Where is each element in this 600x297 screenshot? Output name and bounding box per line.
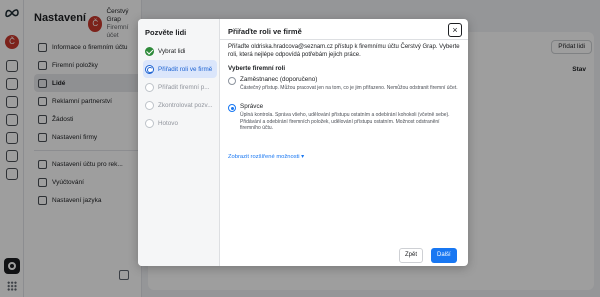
step-done: Hotovo [143, 114, 217, 132]
show-advanced-options-link[interactable]: Zobrazit rozšířené možnosti ▾ [228, 154, 304, 160]
step-review-invites: Zkontrolovat pozv... [143, 96, 217, 114]
role-option-employee[interactable]: Zaměstnanec (doporučeno) Částečný přístu… [228, 76, 460, 92]
role-section-label: Vyberte firemní roli [228, 65, 286, 72]
admin-option-text: Úplná kontrola. Správa všeho, udělování … [240, 112, 450, 131]
current-step-icon [145, 64, 154, 74]
step-list: Vybrat lidi Přiřadit roli ve firmě Přiřa… [143, 42, 217, 132]
title-divider [220, 39, 468, 40]
step-assign-assets: Přiřadit firemní p... [143, 78, 217, 96]
admin-option-title: Správce [240, 103, 264, 110]
panel-title: Přiřaďte roli ve firmě [228, 27, 302, 36]
pending-step-icon [145, 118, 154, 128]
employee-option-title: Zaměstnanec (doporučeno) [240, 76, 318, 83]
invite-people-dialog: Pozvěte lidi Vybrat lidi Přiřadit roli v… [138, 19, 468, 266]
role-option-admin[interactable]: Správce Úplná kontrola. Správa všeho, ud… [228, 103, 460, 132]
employee-option-text: Částečný přístup. Můžou pracovat jen na … [240, 85, 458, 91]
pending-step-icon [145, 82, 154, 92]
step-assign-role[interactable]: Přiřadit roli ve firmě [143, 60, 217, 78]
pending-step-icon [145, 100, 154, 110]
invite-steps-panel: Pozvěte lidi Vybrat lidi Přiřadit roli v… [138, 19, 220, 266]
back-button[interactable]: Zpět [399, 248, 424, 263]
assign-role-panel: Přiřaďte roli ve firmě × Přiřaďte oldris… [220, 19, 468, 266]
next-button[interactable]: Další [431, 248, 457, 263]
step-select-people[interactable]: Vybrat lidi [143, 42, 217, 60]
dialog-heading: Pozvěte lidi [145, 28, 187, 37]
employee-radio[interactable] [228, 77, 236, 85]
check-circle-icon [145, 46, 154, 56]
role-description: Přiřaďte oldriska.hradcova@seznam.cz pří… [228, 44, 460, 58]
close-icon[interactable]: × [448, 23, 462, 37]
admin-radio[interactable] [228, 104, 236, 112]
